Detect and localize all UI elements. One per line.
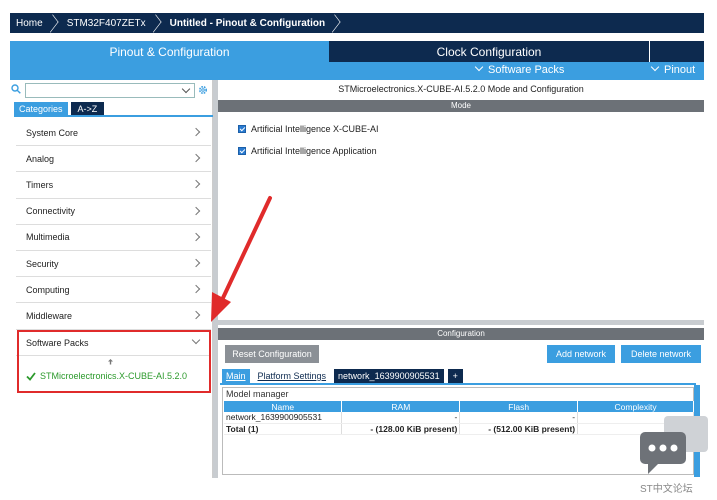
mode-header: Mode — [218, 100, 704, 112]
tab-underline — [14, 115, 213, 117]
chevron-right-icon — [191, 206, 201, 215]
software-packs-label: Software Packs — [488, 64, 565, 76]
category-connectivity[interactable]: Connectivity — [16, 199, 211, 225]
main-tabs: Pinout & Configuration Clock Configurati… — [10, 41, 704, 62]
tab-platform-settings[interactable]: Platform Settings — [254, 369, 331, 383]
table-cell: - — [459, 412, 579, 424]
chevron-right-icon — [191, 127, 201, 137]
model-manager-label: Model manager — [226, 389, 289, 399]
chevron-right-icon — [191, 311, 201, 320]
column-header[interactable]: Name — [224, 401, 343, 412]
model-table: Name RAM Flash Complexity network_163990… — [224, 401, 694, 435]
category-timers[interactable]: Timers — [16, 172, 211, 199]
software-packs-menu[interactable]: Software Packs — [474, 62, 565, 76]
forum-logo-icon — [640, 416, 708, 474]
tab-underline — [220, 383, 696, 385]
category-label: System Core — [26, 127, 79, 138]
category-analog[interactable]: Analog — [16, 146, 211, 173]
search-row — [10, 82, 213, 100]
tab-categories[interactable]: Categories — [14, 102, 68, 115]
category-label: Security — [26, 258, 59, 269]
table-header-row: Name RAM Flash Complexity — [224, 401, 694, 412]
breadcrumb-mcu[interactable]: STM32F407ZETx — [61, 13, 164, 33]
tab-clock-configuration[interactable]: Clock Configuration — [329, 41, 649, 62]
model-manager: Model manager Name RAM Flash Complexity … — [222, 387, 694, 475]
mode-option-label: Artificial Intelligence X-CUBE-AI — [251, 124, 379, 134]
category-label: Computing — [26, 284, 70, 295]
sub-toolbar: Software Packs Pinout — [10, 62, 704, 80]
configuration-tabs: Main Platform Settings network_163990090… — [222, 369, 467, 383]
categories-panel: Categories A->Z System Core Analog Timer… — [10, 80, 213, 478]
column-header[interactable]: Flash — [459, 401, 579, 412]
chevron-down-icon — [650, 62, 660, 72]
table-cell: - — [341, 412, 461, 424]
pinout-label: Pinout — [664, 64, 696, 76]
pinout-menu[interactable]: Pinout — [650, 62, 696, 76]
chevron-right-icon — [191, 153, 201, 163]
mode-configuration-panel: STMicroelectronics.X-CUBE-AI.5.2.0 Mode … — [218, 80, 704, 478]
table-row[interactable]: Total (1) - (128.00 KiB present) - (512.… — [224, 423, 694, 435]
category-list: System Core Analog Timers Connectivity M… — [16, 120, 211, 330]
table-row[interactable]: network_1639900905531 - - - — [224, 412, 694, 424]
watermark-text: ST中文论坛 — [640, 484, 693, 495]
checkbox-checked-icon[interactable] — [238, 125, 246, 133]
annotation-highlight-box — [17, 330, 211, 393]
column-header[interactable]: RAM — [341, 401, 461, 412]
breadcrumb-project[interactable]: Untitled - Pinout & Configuration — [164, 13, 344, 33]
category-label: Timers — [26, 179, 54, 190]
search-icon[interactable] — [11, 84, 21, 94]
add-network-button[interactable]: Add network — [547, 345, 615, 363]
chevron-down-icon[interactable] — [181, 84, 191, 94]
category-system-core[interactable]: System Core — [16, 120, 211, 147]
tab-pinout-configuration[interactable]: Pinout & Configuration — [10, 41, 329, 62]
gear-icon[interactable] — [197, 84, 209, 96]
table-cell: - (512.00 KiB present) — [459, 423, 579, 435]
chevron-right-icon — [191, 284, 201, 294]
table-cell: network_1639900905531 — [224, 412, 343, 424]
mode-option-x-cube-ai[interactable]: Artificial Intelligence X-CUBE-AI — [238, 124, 379, 134]
breadcrumb: Home STM32F407ZETx Untitled - Pinout & C… — [10, 13, 704, 33]
column-header[interactable]: Complexity — [577, 401, 694, 412]
delete-network-button[interactable]: Delete network — [621, 345, 701, 363]
tab-network[interactable]: network_1639900905531 — [334, 369, 444, 383]
add-tab-button[interactable]: + — [447, 369, 463, 383]
breadcrumb-home[interactable]: Home — [10, 13, 61, 33]
table-cell: Total (1) — [224, 423, 343, 435]
search-input[interactable] — [25, 83, 195, 98]
category-tabs: Categories A->Z — [14, 102, 105, 115]
chevron-right-icon — [191, 258, 201, 268]
category-security[interactable]: Security — [16, 251, 211, 278]
horizontal-splitter[interactable] — [218, 320, 704, 325]
chevron-right-icon — [191, 180, 201, 189]
table-cell: - (128.00 KiB present) — [341, 423, 461, 435]
reset-configuration-button[interactable]: Reset Configuration — [225, 345, 319, 363]
tab-a-to-z[interactable]: A->Z — [70, 102, 105, 115]
category-label: Analog — [26, 153, 55, 164]
tab-empty — [649, 41, 704, 62]
chevron-down-icon — [474, 62, 484, 72]
category-label: Middleware — [26, 310, 73, 321]
mode-option-application[interactable]: Artificial Intelligence Application — [238, 146, 377, 156]
tab-main[interactable]: Main — [222, 369, 250, 383]
chevron-right-icon — [191, 232, 201, 241]
category-middleware[interactable]: Middleware — [16, 303, 211, 330]
configuration-header: Configuration — [218, 328, 704, 340]
category-label: Multimedia — [26, 232, 70, 243]
mode-option-label: Artificial Intelligence Application — [251, 146, 377, 156]
checkbox-checked-icon[interactable] — [238, 147, 246, 155]
category-label: Connectivity — [26, 206, 76, 217]
category-computing[interactable]: Computing — [16, 277, 211, 304]
panel-title: STMicroelectronics.X-CUBE-AI.5.2.0 Mode … — [338, 84, 584, 94]
category-multimedia[interactable]: Multimedia — [16, 225, 211, 251]
